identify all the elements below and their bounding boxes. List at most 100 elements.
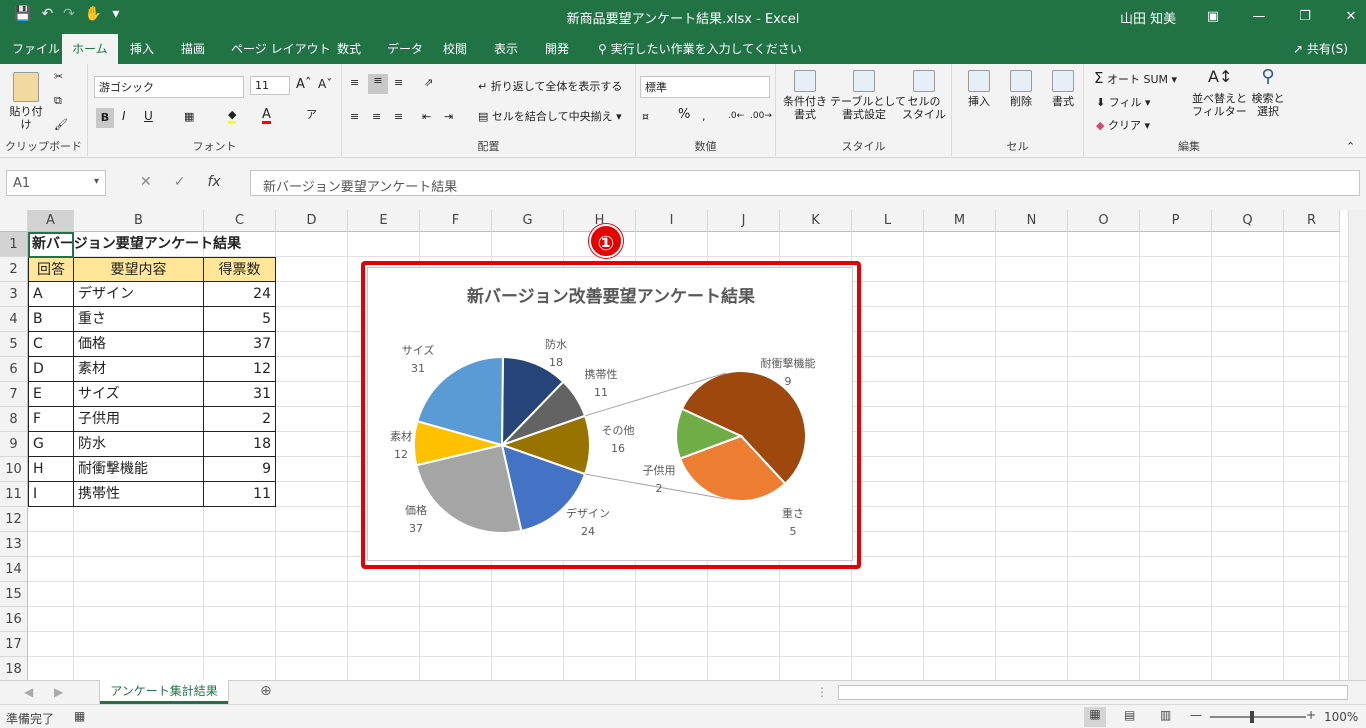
format-cells-button[interactable]: 書式 [1046, 70, 1080, 108]
column-header[interactable]: I [636, 210, 708, 232]
tab-insert[interactable]: 挿入 [130, 40, 154, 57]
vertical-scrollbar[interactable] [1348, 210, 1366, 680]
name-box-dropdown-icon[interactable]: ▾ [94, 176, 99, 187]
column-header[interactable]: E [348, 210, 420, 232]
table-cell[interactable]: 18 [204, 432, 276, 457]
table-cell[interactable]: 5 [204, 307, 276, 332]
table-cell[interactable]: サイズ [74, 382, 204, 407]
table-cell[interactable]: 素材 [74, 357, 204, 382]
row-header[interactable]: 17 [0, 632, 28, 657]
tab-developer[interactable]: 開発 [545, 40, 569, 57]
increase-decimal-icon[interactable]: .0← [728, 110, 744, 123]
table-cell[interactable]: 耐衝撃機能 [74, 457, 204, 482]
row-header[interactable]: 13 [0, 532, 28, 557]
row-header[interactable]: 5 [0, 332, 28, 357]
enter-icon[interactable]: ✓ [174, 174, 186, 190]
row-header[interactable]: 2 [0, 257, 28, 282]
table-cell[interactable]: 31 [204, 382, 276, 407]
table-cell[interactable]: 携帯性 [74, 482, 204, 507]
prev-sheet-icon[interactable]: ◀ [24, 685, 33, 699]
table-cell[interactable]: C [28, 332, 74, 357]
table-cell[interactable]: 37 [204, 332, 276, 357]
italic-button[interactable]: I [122, 110, 126, 123]
table-cell[interactable]: 2 [204, 407, 276, 432]
font-color-icon[interactable]: A [262, 108, 271, 124]
share-button[interactable]: ↗ 共有(S) [1293, 40, 1348, 57]
copy-icon[interactable]: ⧉ [54, 94, 62, 107]
zoom-level[interactable]: 100% [1324, 710, 1358, 724]
horizontal-scrollbar[interactable] [838, 685, 1348, 700]
column-header[interactable]: C [204, 210, 276, 232]
fill-button[interactable]: ⬇ フィル ▾ [1096, 96, 1151, 109]
table-cell[interactable]: 防水 [74, 432, 204, 457]
tab-draw[interactable]: 描画 [181, 40, 205, 57]
next-sheet-icon[interactable]: ▶ [54, 685, 63, 699]
tab-formulas[interactable]: 数式 [337, 40, 361, 57]
decrease-decimal-icon[interactable]: .00→ [750, 110, 772, 123]
border-icon[interactable]: ▦ [184, 110, 194, 123]
font-name-select[interactable]: 游ゴシック [94, 76, 244, 98]
page-layout-view-icon[interactable]: ▤ [1124, 708, 1135, 722]
cell-A1[interactable]: 新バージョン要望アンケート結果 [28, 232, 278, 257]
table-cell[interactable]: 12 [204, 357, 276, 382]
table-cell[interactable]: F [28, 407, 74, 432]
row-header[interactable]: 16 [0, 607, 28, 632]
find-select-button[interactable]: ⚲ 検索と 選択 [1248, 68, 1288, 119]
insert-cells-button[interactable]: 挿入 [962, 70, 996, 108]
column-header[interactable]: A [28, 210, 74, 232]
column-header[interactable]: G [492, 210, 564, 232]
table-header-cell[interactable]: 回答 [28, 257, 74, 282]
format-painter-icon[interactable]: 🖌 [54, 118, 68, 131]
column-header[interactable]: Q [1212, 210, 1284, 232]
row-header[interactable]: 3 [0, 282, 28, 307]
formula-input[interactable]: 新バージョン要望アンケート結果 [250, 170, 1360, 196]
select-all-corner[interactable] [0, 210, 28, 232]
increase-indent-icon[interactable]: ⇥ [444, 110, 453, 123]
clear-button[interactable]: ◆ クリア ▾ [1096, 119, 1150, 132]
macro-record-icon[interactable]: ▦ [74, 709, 85, 723]
page-break-view-icon[interactable]: ▥ [1160, 708, 1171, 722]
user-name[interactable]: 山田 知美 [1120, 8, 1176, 27]
row-header[interactable]: 14 [0, 557, 28, 582]
table-header-cell[interactable]: 要望内容 [74, 257, 204, 282]
comma-icon[interactable]: , [702, 110, 706, 123]
column-header[interactable]: F [420, 210, 492, 232]
column-header[interactable]: N [996, 210, 1068, 232]
column-header[interactable]: K [780, 210, 852, 232]
percent-button[interactable]: % [678, 108, 690, 121]
tab-page-layout[interactable]: ページ レイアウト [231, 40, 331, 57]
table-cell[interactable]: G [28, 432, 74, 457]
table-cell[interactable]: 24 [204, 282, 276, 307]
row-header[interactable]: 18 [0, 657, 28, 680]
table-cell[interactable]: A [28, 282, 74, 307]
row-header[interactable]: 1 [0, 232, 28, 257]
table-header-cell[interactable]: 得票数 [204, 257, 276, 282]
align-middle-icon[interactable]: ≡ [368, 74, 388, 94]
column-header[interactable]: O [1068, 210, 1140, 232]
orientation-icon[interactable]: ⇗ [424, 76, 433, 89]
number-format-select[interactable]: 標準 [640, 76, 770, 98]
merge-center-button[interactable]: ▤ セルを結合して中央揃え ▾ [478, 110, 622, 123]
restore-icon[interactable]: ❐ [1282, 0, 1328, 32]
tab-data[interactable]: データ [387, 40, 423, 57]
table-cell[interactable]: 価格 [74, 332, 204, 357]
zoom-in-icon[interactable]: + [1306, 708, 1316, 722]
table-cell[interactable]: デザイン [74, 282, 204, 307]
row-header[interactable]: 15 [0, 582, 28, 607]
normal-view-icon[interactable]: ▦ [1084, 707, 1106, 727]
table-cell[interactable]: E [28, 382, 74, 407]
ribbon-display-icon[interactable]: ▣ [1190, 0, 1236, 32]
currency-icon[interactable]: ¤ [642, 110, 649, 123]
table-cell[interactable]: H [28, 457, 74, 482]
table-cell[interactable]: 9 [204, 457, 276, 482]
name-box[interactable]: A1 ▾ [6, 170, 106, 196]
cancel-icon[interactable]: ✕ [140, 174, 152, 190]
row-header[interactable]: 11 [0, 482, 28, 507]
row-header[interactable]: 6 [0, 357, 28, 382]
zoom-out-icon[interactable]: — [1190, 708, 1202, 722]
tab-view[interactable]: 表示 [494, 40, 518, 57]
autosum-button[interactable]: Σ オート SUM ▾ [1094, 71, 1177, 87]
cut-icon[interactable]: ✂ [54, 70, 63, 83]
cell-styles-button[interactable]: セルの スタイル [898, 70, 950, 121]
collapse-ribbon-icon[interactable]: ⌃ [1346, 140, 1355, 153]
